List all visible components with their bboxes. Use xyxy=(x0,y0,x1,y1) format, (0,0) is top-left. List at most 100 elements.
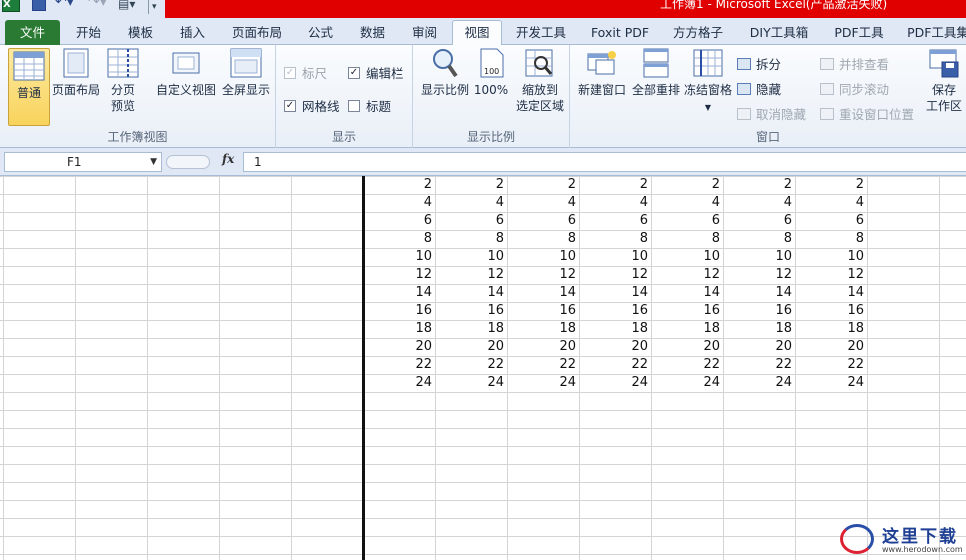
page-break-preview-button[interactable]: 分页 预览 xyxy=(104,48,142,114)
table-cell[interactable]: 20 xyxy=(651,338,723,356)
table-cell[interactable]: 6 xyxy=(579,212,651,230)
table-cell[interactable]: 10 xyxy=(363,248,435,266)
table-cell[interactable]: 6 xyxy=(723,212,795,230)
table-cell[interactable]: 14 xyxy=(651,284,723,302)
table-cell[interactable]: 16 xyxy=(507,302,579,320)
table-cell[interactable]: 24 xyxy=(507,374,579,392)
table-cell[interactable]: 6 xyxy=(507,212,579,230)
table-cell[interactable]: 12 xyxy=(363,266,435,284)
name-box[interactable]: F1 ▼ xyxy=(4,152,162,172)
table-cell[interactable]: 24 xyxy=(579,374,651,392)
table-cell[interactable]: 2 xyxy=(651,176,723,194)
table-cell[interactable]: 18 xyxy=(723,320,795,338)
table-cell[interactable]: 10 xyxy=(651,248,723,266)
arrange-all-button[interactable]: 全部重排 xyxy=(630,48,682,98)
table-cell[interactable]: 4 xyxy=(435,194,507,212)
table-cell[interactable]: 18 xyxy=(363,320,435,338)
table-cell[interactable]: 2 xyxy=(795,176,867,194)
chevron-down-icon[interactable]: ▼ xyxy=(150,153,157,171)
tab-review[interactable]: 审阅 xyxy=(402,22,447,45)
table-cell[interactable]: 18 xyxy=(795,320,867,338)
table-cell[interactable]: 24 xyxy=(723,374,795,392)
redo-icon[interactable]: ↷▾ xyxy=(88,0,107,10)
split-button[interactable]: 拆分 xyxy=(737,54,781,73)
tab-home[interactable]: 开始 xyxy=(66,22,111,45)
table-cell[interactable]: 20 xyxy=(507,338,579,356)
insert-function-icon[interactable]: fx xyxy=(222,152,234,166)
view-side-by-side-button[interactable]: 并排查看 xyxy=(820,54,889,73)
tab-page-layout[interactable]: 页面布局 xyxy=(222,22,292,45)
synchronous-scrolling-button[interactable]: 同步滚动 xyxy=(820,79,889,98)
freeze-pane-divider[interactable] xyxy=(362,176,365,560)
table-cell[interactable]: 20 xyxy=(723,338,795,356)
table-cell[interactable]: 12 xyxy=(651,266,723,284)
table-cell[interactable]: 8 xyxy=(795,230,867,248)
table-cell[interactable]: 22 xyxy=(651,356,723,374)
tab-pdf-tools[interactable]: PDF工具 xyxy=(826,22,892,45)
table-cell[interactable]: 6 xyxy=(435,212,507,230)
table-cell[interactable]: 16 xyxy=(795,302,867,320)
table-cell[interactable]: 8 xyxy=(579,230,651,248)
table-cell[interactable]: 22 xyxy=(435,356,507,374)
table-cell[interactable]: 2 xyxy=(507,176,579,194)
tab-developer[interactable]: 开发工具 xyxy=(508,22,574,45)
table-cell[interactable]: 22 xyxy=(579,356,651,374)
formula-bar-resize-handle[interactable] xyxy=(166,153,216,171)
table-cell[interactable]: 12 xyxy=(507,266,579,284)
tab-diy-toolbox[interactable]: DIY工具箱 xyxy=(738,22,820,45)
freeze-panes-button[interactable]: 冻结窗格 ▼ xyxy=(682,48,734,116)
table-cell[interactable]: 14 xyxy=(507,284,579,302)
table-cell[interactable]: 4 xyxy=(507,194,579,212)
table-cell[interactable]: 8 xyxy=(507,230,579,248)
table-cell[interactable]: 20 xyxy=(795,338,867,356)
table-cell[interactable]: 8 xyxy=(435,230,507,248)
table-cell[interactable]: 18 xyxy=(579,320,651,338)
unhide-button[interactable]: 取消隐藏 xyxy=(737,104,806,123)
table-cell[interactable]: 4 xyxy=(579,194,651,212)
ruler-checkbox[interactable]: ✓ 标尺 xyxy=(284,63,327,82)
tab-formulas[interactable]: 公式 xyxy=(298,22,343,45)
tab-file[interactable]: 文件 xyxy=(5,20,60,45)
table-cell[interactable]: 14 xyxy=(579,284,651,302)
table-cell[interactable]: 4 xyxy=(723,194,795,212)
table-cell[interactable]: 6 xyxy=(795,212,867,230)
table-cell[interactable]: 14 xyxy=(723,284,795,302)
table-cell[interactable]: 2 xyxy=(363,176,435,194)
full-screen-button[interactable]: 全屏显示 xyxy=(220,48,272,98)
undo-icon[interactable]: ↶▾ xyxy=(55,0,74,10)
table-cell[interactable]: 4 xyxy=(651,194,723,212)
table-cell[interactable]: 10 xyxy=(507,248,579,266)
table-cell[interactable]: 18 xyxy=(507,320,579,338)
table-cell[interactable]: 6 xyxy=(651,212,723,230)
excel-logo-icon[interactable]: X xyxy=(2,0,20,12)
table-cell[interactable]: 10 xyxy=(435,248,507,266)
table-cell[interactable]: 8 xyxy=(723,230,795,248)
table-cell[interactable]: 16 xyxy=(363,302,435,320)
table-cell[interactable]: 4 xyxy=(795,194,867,212)
formula-bar-checkbox[interactable]: ✓ 编辑栏 xyxy=(348,63,404,82)
print-preview-icon[interactable]: ▤▾ xyxy=(118,0,135,12)
new-window-button[interactable]: 新建窗口 xyxy=(576,48,628,98)
table-cell[interactable]: 2 xyxy=(435,176,507,194)
headings-checkbox[interactable]: 标题 xyxy=(348,96,391,115)
customize-dropdown-icon[interactable]: ▾ xyxy=(148,0,160,14)
tab-fangfang[interactable]: 方方格子 xyxy=(664,22,732,45)
table-cell[interactable]: 6 xyxy=(363,212,435,230)
tab-foxit-pdf[interactable]: Foxit PDF xyxy=(582,22,658,45)
table-cell[interactable]: 10 xyxy=(723,248,795,266)
table-cell[interactable]: 22 xyxy=(363,356,435,374)
table-cell[interactable]: 12 xyxy=(579,266,651,284)
worksheet-grid[interactable]: 2 2 2 2 2 2 2 4 4 4 4 4 4 4 6 6 6 6 6 6 6 8 8 8 8 8 8 8 10 10 10 10 10 10… xyxy=(0,176,966,560)
tab-view[interactable]: 视图 xyxy=(452,20,502,46)
table-cell[interactable]: 10 xyxy=(795,248,867,266)
tab-templates[interactable]: 模板 xyxy=(118,22,163,45)
table-cell[interactable]: 12 xyxy=(435,266,507,284)
table-cell[interactable]: 16 xyxy=(723,302,795,320)
custom-views-button[interactable]: 自定义视图 xyxy=(154,48,218,98)
table-cell[interactable]: 10 xyxy=(579,248,651,266)
table-cell[interactable]: 20 xyxy=(579,338,651,356)
normal-view-button[interactable]: 普通 xyxy=(8,48,50,126)
table-cell[interactable]: 22 xyxy=(795,356,867,374)
table-cell[interactable]: 16 xyxy=(579,302,651,320)
zoom-button[interactable]: 显示比例 xyxy=(419,48,471,98)
